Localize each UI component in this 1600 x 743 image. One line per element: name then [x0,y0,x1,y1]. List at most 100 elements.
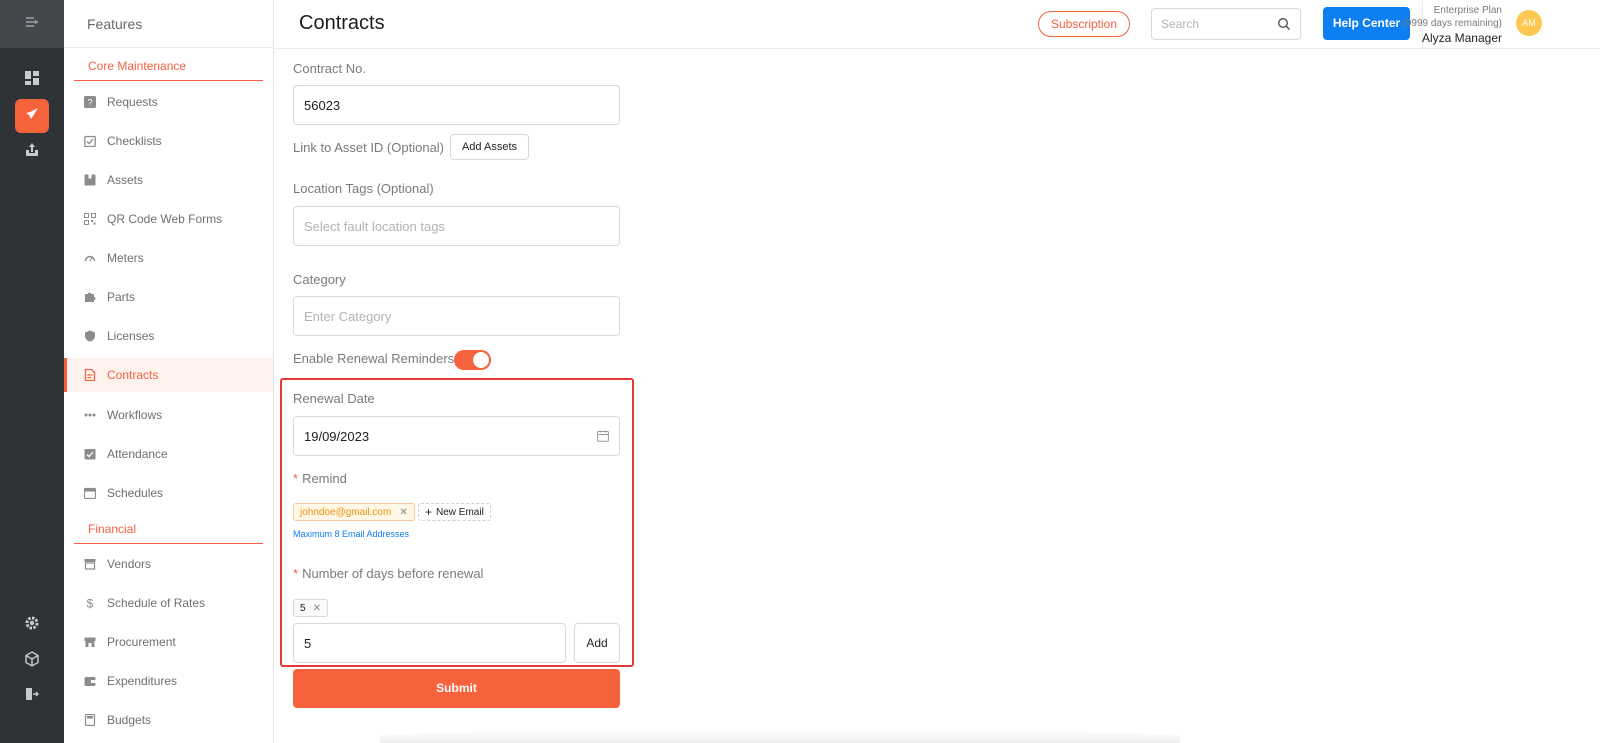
sidebar-item-label: Procurement [107,635,176,649]
sidebar-item-expenditures[interactable]: Expenditures [64,664,273,698]
subscription-button[interactable]: Subscription [1038,11,1130,37]
search-icon[interactable] [1277,17,1291,31]
box-icon [84,174,96,186]
required-mark: * [293,471,299,486]
wallet-icon [84,675,96,687]
required-mark: * [293,566,299,581]
sidebar-item-attendance[interactable]: Attendance [64,437,273,471]
svg-text:$: $ [87,597,94,609]
new-email-label: New Email [436,506,484,518]
dashboard-button[interactable] [15,63,49,97]
settings-button[interactable] [15,608,49,642]
days-label: * Number of days before renewal [293,566,483,581]
sidebar-item-procurement[interactable]: Procurement [64,625,273,659]
qr-icon [84,213,96,225]
search-input[interactable] [1161,9,1271,39]
user-name[interactable]: Alyza Manager [1422,31,1502,45]
sidebar-item-label: Checklists [107,134,162,148]
gauge-icon [84,252,96,264]
renewal-date-value: 19/09/2023 [304,428,370,444]
renewal-toggle-label: Enable Renewal Reminders [293,351,455,366]
settings-icon [24,615,40,636]
section-title-financial: Financial [74,520,263,544]
features-button[interactable] [15,99,49,133]
menu-collapse-icon [25,15,39,34]
sidebar-item-label: Meters [107,251,144,265]
icon-rail [0,0,64,743]
location-tags-label: Location Tags (Optional) [293,181,434,196]
svg-text:?: ? [87,98,92,108]
remind-label: * Remind [293,471,347,486]
dashboard-icon [24,70,40,91]
submit-button[interactable]: Submit [293,669,620,708]
sidebar-title: Features [64,0,273,48]
category-label: Category [293,272,346,287]
cube-icon [24,650,40,672]
new-email-button[interactable]: + New Email [418,503,491,521]
days-tag: 5 ✕ [293,599,328,617]
email-hint: Maximum 8 Email Addresses [293,529,410,539]
puzzle-icon [84,291,96,303]
plan-info: Enterprise Plan (9999 days remaining) [1403,4,1503,30]
sidebar-item-workflows[interactable]: Workflows [64,398,273,432]
sidebar-item-licenses[interactable]: Licenses [64,319,273,353]
attendance-icon [84,448,96,460]
section-title-core-maintenance: Core Maintenance [74,57,263,81]
add-assets-button[interactable]: Add Assets [450,134,529,160]
modules-button[interactable] [15,644,49,678]
sidebar-item-budgets[interactable]: Budgets [64,703,273,737]
sidebar-item-parts[interactable]: Parts [64,280,273,314]
close-icon[interactable]: ✕ [313,603,321,614]
add-days-button[interactable]: Add [574,623,620,663]
logout-button[interactable] [15,679,49,713]
sidebar-item-label: Licenses [107,329,155,343]
link-asset-label: Link to Asset ID (Optional) [293,140,445,155]
sidebar-item-assets[interactable]: Assets [64,163,273,197]
shop-icon [84,636,96,648]
checklist-icon [84,135,96,147]
sidebar-item-label: Schedules [107,486,164,500]
sidebar-item-vendors[interactable]: Vendors [64,547,273,581]
renewal-toggle[interactable] [454,350,491,370]
collapse-menu-button[interactable] [0,0,64,48]
store-icon [84,558,96,570]
page-title: Contracts [299,12,385,34]
logout-icon [24,686,40,707]
sidebar-item-checklists[interactable]: Checklists [64,124,273,158]
sidebar-item-label: Schedule of Rates [107,596,206,610]
search-box [1151,8,1301,40]
plan-remaining: (9999 days remaining) [1402,18,1503,29]
sidebar-item-schedules[interactable]: Schedules [64,476,273,510]
question-icon: ? [84,96,96,108]
help-center-button[interactable]: Help Center [1323,7,1410,40]
sidebar-item-label: Budgets [107,713,152,727]
bottom-shadow [380,730,1180,743]
sidebar-item-schedule-of-rates[interactable]: $ Schedule of Rates [64,586,273,620]
rocket-icon [24,106,40,127]
location-tags-select[interactable]: Select fault location tags [293,206,620,246]
sidebar-item-meters[interactable]: Meters [64,241,273,275]
top-bar: Contracts Subscription Help Center Enter… [274,0,1600,49]
sidebar-item-label: Vendors [107,557,152,571]
sidebar-item-requests[interactable]: ? Requests [64,85,273,119]
analytics-button[interactable] [15,135,49,169]
calendar-icon[interactable] [597,430,609,445]
days-input[interactable]: 5 [293,623,566,663]
sidebar-item-contracts[interactable]: Contracts [64,358,273,392]
toggle-knob [473,352,489,368]
sidebar-item-label: Expenditures [107,674,178,688]
calculator-icon [84,714,96,726]
category-input[interactable]: Enter Category [293,296,620,336]
sidebar-item-label: Contracts [107,368,159,382]
renewal-date-input[interactable]: 19/09/2023 [293,416,620,456]
dollar-icon: $ [84,597,96,609]
plan-name: Enterprise Plan [1433,5,1502,16]
close-icon[interactable]: ✕ [399,507,407,518]
sidebar-item-label: Parts [107,290,136,304]
document-icon [84,369,96,381]
sidebar-item-qr-code-web-forms[interactable]: QR Code Web Forms [64,202,273,236]
email-tag: johndoe@gmail.com ✕ [293,503,415,521]
contract-no-input[interactable]: 56023 [293,85,620,125]
avatar[interactable]: AM [1516,10,1542,36]
chart-icon [24,142,40,163]
